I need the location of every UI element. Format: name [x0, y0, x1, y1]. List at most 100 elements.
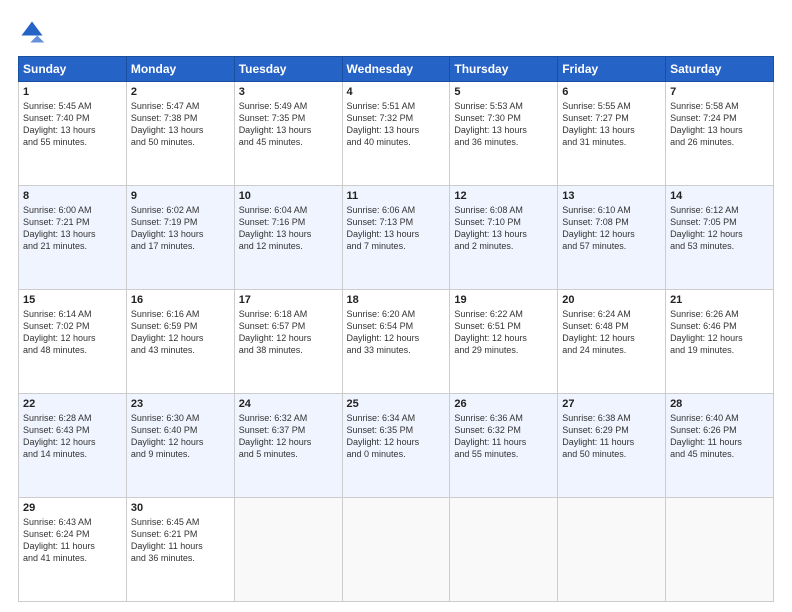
day-number: 19	[454, 294, 553, 306]
header	[18, 18, 774, 46]
cell-details: Sunrise: 6:43 AMSunset: 6:24 PMDaylight:…	[23, 516, 122, 565]
calendar-cell: 19 Sunrise: 6:22 AMSunset: 6:51 PMDayligh…	[450, 290, 558, 394]
cell-details: Sunrise: 5:49 AMSunset: 7:35 PMDaylight:…	[239, 100, 338, 149]
calendar-cell: 15 Sunrise: 6:14 AMSunset: 7:02 PMDayligh…	[19, 290, 127, 394]
calendar-cell: 6 Sunrise: 5:55 AMSunset: 7:27 PMDaylight…	[558, 82, 666, 186]
calendar-cell	[666, 498, 774, 602]
day-number: 15	[23, 294, 122, 306]
calendar-cell: 22 Sunrise: 6:28 AMSunset: 6:43 PMDayligh…	[19, 394, 127, 498]
cell-details: Sunrise: 6:26 AMSunset: 6:46 PMDaylight:…	[670, 308, 769, 357]
calendar-cell: 9 Sunrise: 6:02 AMSunset: 7:19 PMDaylight…	[126, 186, 234, 290]
week-row-2: 8Sunrise: 6:00 AMSunset: 7:21 PMDaylight…	[19, 186, 774, 290]
day-number: 3	[239, 86, 338, 98]
day-number: 5	[454, 86, 553, 98]
calendar-cell: 7 Sunrise: 5:58 AMSunset: 7:24 PMDaylight…	[666, 82, 774, 186]
calendar: SundayMondayTuesdayWednesdayThursdayFrid…	[18, 56, 774, 602]
calendar-cell: 17 Sunrise: 6:18 AMSunset: 6:57 PMDayligh…	[234, 290, 342, 394]
week-row-4: 22 Sunrise: 6:28 AMSunset: 6:43 PMDayligh…	[19, 394, 774, 498]
calendar-cell: 29 Sunrise: 6:43 AMSunset: 6:24 PMDayligh…	[19, 498, 127, 602]
day-number: 28	[670, 398, 769, 410]
weekday-header-tuesday: Tuesday	[234, 57, 342, 82]
day-number: 27	[562, 398, 661, 410]
week-row-5: 29 Sunrise: 6:43 AMSunset: 6:24 PMDayligh…	[19, 498, 774, 602]
calendar-cell: 13Sunrise: 6:10 AMSunset: 7:08 PMDayligh…	[558, 186, 666, 290]
day-number: 11	[347, 190, 446, 202]
weekday-header-sunday: Sunday	[19, 57, 127, 82]
cell-details: Sunrise: 6:18 AMSunset: 6:57 PMDaylight:…	[239, 308, 338, 357]
calendar-cell: 24Sunrise: 6:32 AMSunset: 6:37 PMDayligh…	[234, 394, 342, 498]
weekday-header-monday: Monday	[126, 57, 234, 82]
cell-details: Sunrise: 6:04 AMSunset: 7:16 PMDaylight:…	[239, 204, 338, 253]
calendar-cell: 28 Sunrise: 6:40 AMSunset: 6:26 PMDayligh…	[666, 394, 774, 498]
cell-details: Sunrise: 6:36 AMSunset: 6:32 PMDaylight:…	[454, 412, 553, 461]
calendar-cell	[234, 498, 342, 602]
cell-details: Sunrise: 6:12 AMSunset: 7:05 PMDaylight:…	[670, 204, 769, 253]
day-number: 22	[23, 398, 122, 410]
day-number: 7	[670, 86, 769, 98]
cell-details: Sunrise: 5:45 AMSunset: 7:40 PMDaylight:…	[23, 100, 122, 149]
page: SundayMondayTuesdayWednesdayThursdayFrid…	[0, 0, 792, 612]
day-number: 8	[23, 190, 122, 202]
calendar-cell: 8Sunrise: 6:00 AMSunset: 7:21 PMDaylight…	[19, 186, 127, 290]
calendar-cell	[450, 498, 558, 602]
logo	[18, 18, 50, 46]
weekday-header-saturday: Saturday	[666, 57, 774, 82]
day-number: 1	[23, 86, 122, 98]
calendar-cell: 4 Sunrise: 5:51 AMSunset: 7:32 PMDaylight…	[342, 82, 450, 186]
calendar-cell: 11 Sunrise: 6:06 AMSunset: 7:13 PMDayligh…	[342, 186, 450, 290]
weekday-header-friday: Friday	[558, 57, 666, 82]
calendar-cell: 20Sunrise: 6:24 AMSunset: 6:48 PMDayligh…	[558, 290, 666, 394]
logo-icon	[18, 18, 46, 46]
cell-details: Sunrise: 6:45 AMSunset: 6:21 PMDaylight:…	[131, 516, 230, 565]
day-number: 21	[670, 294, 769, 306]
cell-details: Sunrise: 6:08 AMSunset: 7:10 PMDaylight:…	[454, 204, 553, 253]
weekday-header-wednesday: Wednesday	[342, 57, 450, 82]
calendar-cell: 26 Sunrise: 6:36 AMSunset: 6:32 PMDayligh…	[450, 394, 558, 498]
cell-details: Sunrise: 6:34 AMSunset: 6:35 PMDaylight:…	[347, 412, 446, 461]
day-number: 26	[454, 398, 553, 410]
cell-details: Sunrise: 6:14 AMSunset: 7:02 PMDaylight:…	[23, 308, 122, 357]
day-number: 4	[347, 86, 446, 98]
cell-details: Sunrise: 5:51 AMSunset: 7:32 PMDaylight:…	[347, 100, 446, 149]
calendar-cell	[558, 498, 666, 602]
calendar-cell: 10 Sunrise: 6:04 AMSunset: 7:16 PMDayligh…	[234, 186, 342, 290]
cell-details: Sunrise: 6:06 AMSunset: 7:13 PMDaylight:…	[347, 204, 446, 253]
calendar-cell: 3 Sunrise: 5:49 AMSunset: 7:35 PMDaylight…	[234, 82, 342, 186]
day-number: 9	[131, 190, 230, 202]
calendar-cell: 5 Sunrise: 5:53 AMSunset: 7:30 PMDaylight…	[450, 82, 558, 186]
calendar-cell: 25Sunrise: 6:34 AMSunset: 6:35 PMDayligh…	[342, 394, 450, 498]
day-number: 20	[562, 294, 661, 306]
cell-details: Sunrise: 6:22 AMSunset: 6:51 PMDaylight:…	[454, 308, 553, 357]
cell-details: Sunrise: 6:02 AMSunset: 7:19 PMDaylight:…	[131, 204, 230, 253]
calendar-cell: 14 Sunrise: 6:12 AMSunset: 7:05 PMDayligh…	[666, 186, 774, 290]
day-number: 10	[239, 190, 338, 202]
calendar-cell: 21 Sunrise: 6:26 AMSunset: 6:46 PMDayligh…	[666, 290, 774, 394]
calendar-cell: 2Sunrise: 5:47 AMSunset: 7:38 PMDaylight…	[126, 82, 234, 186]
day-number: 30	[131, 502, 230, 514]
day-number: 29	[23, 502, 122, 514]
day-number: 14	[670, 190, 769, 202]
calendar-cell: 16Sunrise: 6:16 AMSunset: 6:59 PMDayligh…	[126, 290, 234, 394]
day-number: 23	[131, 398, 230, 410]
calendar-cell: 23Sunrise: 6:30 AMSunset: 6:40 PMDayligh…	[126, 394, 234, 498]
calendar-cell: 12Sunrise: 6:08 AMSunset: 7:10 PMDayligh…	[450, 186, 558, 290]
calendar-cell: 27 Sunrise: 6:38 AMSunset: 6:29 PMDayligh…	[558, 394, 666, 498]
cell-details: Sunrise: 5:53 AMSunset: 7:30 PMDaylight:…	[454, 100, 553, 149]
day-number: 17	[239, 294, 338, 306]
cell-details: Sunrise: 6:40 AMSunset: 6:26 PMDaylight:…	[670, 412, 769, 461]
calendar-cell: 1 Sunrise: 5:45 AMSunset: 7:40 PMDaylight…	[19, 82, 127, 186]
calendar-cell: 18 Sunrise: 6:20 AMSunset: 6:54 PMDayligh…	[342, 290, 450, 394]
weekday-header-row: SundayMondayTuesdayWednesdayThursdayFrid…	[19, 57, 774, 82]
calendar-cell	[342, 498, 450, 602]
cell-details: Sunrise: 5:58 AMSunset: 7:24 PMDaylight:…	[670, 100, 769, 149]
day-number: 6	[562, 86, 661, 98]
cell-details: Sunrise: 5:55 AMSunset: 7:27 PMDaylight:…	[562, 100, 661, 149]
cell-details: Sunrise: 6:16 AMSunset: 6:59 PMDaylight:…	[131, 308, 230, 357]
cell-details: Sunrise: 6:28 AMSunset: 6:43 PMDaylight:…	[23, 412, 122, 461]
cell-details: Sunrise: 6:20 AMSunset: 6:54 PMDaylight:…	[347, 308, 446, 357]
cell-details: Sunrise: 6:38 AMSunset: 6:29 PMDaylight:…	[562, 412, 661, 461]
calendar-cell: 30 Sunrise: 6:45 AMSunset: 6:21 PMDayligh…	[126, 498, 234, 602]
day-number: 18	[347, 294, 446, 306]
day-number: 13	[562, 190, 661, 202]
weekday-header-thursday: Thursday	[450, 57, 558, 82]
